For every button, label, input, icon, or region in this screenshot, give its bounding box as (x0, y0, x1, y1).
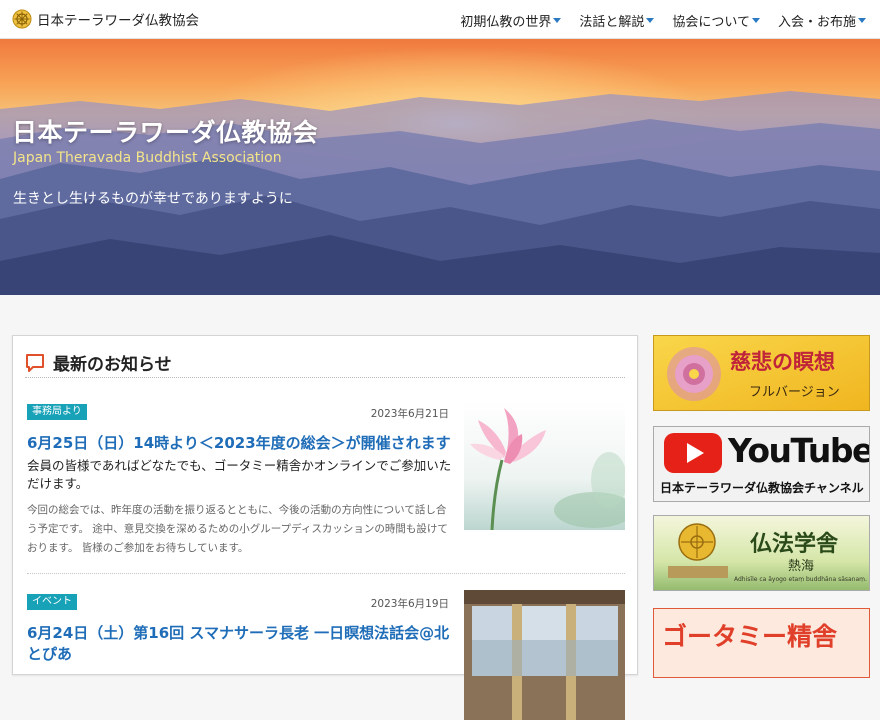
caret-down-icon (858, 18, 866, 23)
nav-item-early-buddhism[interactable]: 初期仏教の世界 (460, 11, 562, 30)
hero-title: 日本テーラワーダ仏教協会 (12, 118, 319, 147)
news-heading-title: 最新のお知らせ (53, 355, 172, 375)
nav-item-about[interactable]: 協会について (672, 11, 760, 30)
hero-banner: 日本テーラワーダ仏教協会 Japan Theravada Buddhist As… (0, 39, 880, 295)
post-excerpt: 今回の総会では、昨年度の活動を振り返るとともに、今後の活動の方向性について話し合… (27, 504, 448, 554)
main-nav: 初期仏教の世界 法話と解説 協会について 入会・お布施 (442, 11, 866, 30)
nav-item-label: 入会・お布施 (777, 15, 856, 30)
brand-link[interactable]: 日本テーラワーダ仏教協会 (12, 9, 199, 29)
speech-bubble-icon (26, 353, 44, 372)
category-badge[interactable]: 事務局より (27, 404, 87, 420)
nav-item-join-donate[interactable]: 入会・お布施 (778, 11, 866, 30)
category-badge[interactable]: イベント (27, 594, 77, 610)
hero-tagline: 生きとし生けるものが幸せでありますように (13, 191, 293, 207)
nav-item-label: 協会について (672, 15, 750, 30)
banner-subtitle: 日本テーラワーダ仏教協会チャンネル (660, 481, 864, 495)
post-title-link[interactable]: 6月25日（日）14時より＜2023年度の総会＞が開催されます (27, 433, 457, 454)
mountain-sunrise-image (0, 39, 880, 295)
banner-gotami-vihara[interactable]: ゴータミー精舎 (653, 608, 870, 678)
latest-news-card: 最新のお知らせ 事務局より 2023年6月21日 6月25日（日）14時より＜2… (12, 335, 638, 720)
caret-down-icon (646, 18, 655, 23)
banner-title: YouTube (728, 431, 870, 470)
dharma-wheel-logo-icon (12, 9, 32, 29)
top-navbar: 日本テーラワーダ仏教協会 初期仏教の世界 法話と解説 協会について 入会・お布施 (0, 0, 880, 39)
banner-subtitle: 熱海 (788, 559, 815, 574)
lotus-image (464, 400, 625, 530)
banner-caption: Adhisīle ca āyogo etaṃ buddhāna sāsanaṃ. (734, 576, 867, 583)
lotus-mandala-icon (667, 347, 721, 401)
banner-youtube-channel[interactable]: YouTube 日本テーラワーダ仏教協会チャンネル (653, 426, 870, 502)
post-date: 2023年6月19日 (370, 598, 449, 610)
banner-buddhist-school-atami[interactable]: 仏法学舎 熱海 Adhisīle ca āyogo etaṃ buddhāna … (653, 515, 870, 591)
news-post: 事務局より 2023年6月21日 6月25日（日）14時より＜2023年度の総会… (27, 400, 625, 574)
nav-item-label: 初期仏教の世界 (460, 15, 552, 30)
banner-title: 仏法学舎 (750, 531, 839, 557)
banner-subtitle: フルバージョン (749, 385, 840, 400)
youtube-play-icon (664, 433, 722, 473)
post-title-link[interactable]: 6月24日（土）第16回 スマナサーラ長老 一日瞑想法話会@北とぴあ (27, 623, 457, 665)
banner-title: ゴータミー精舎 (662, 622, 838, 651)
hall-thumbnail[interactable] (464, 590, 625, 720)
banner-metta-meditation[interactable]: 慈悲の瞑想 フルバージョン (653, 335, 870, 411)
caret-down-icon (553, 18, 562, 23)
post-date: 2023年6月21日 (370, 408, 449, 420)
lotus-thumbnail[interactable] (464, 400, 625, 530)
banner-title: 慈悲の瞑想 (730, 349, 835, 374)
news-post: イベント 2023年6月19日 6月24日（土）第16回 スマナサーラ長老 一日… (27, 590, 625, 720)
hall-image (464, 590, 625, 720)
brand-name: 日本テーラワーダ仏教協会 (37, 13, 199, 29)
post-lead: 会員の皆様であればどなたでも、ゴータミー精舎かオンラインでご参加いただけます。 (27, 458, 452, 491)
news-heading: 最新のお知らせ (25, 348, 625, 378)
nav-item-dharma-talks[interactable]: 法話と解説 (579, 11, 655, 30)
hero-subtitle: Japan Theravada Buddhist Association (13, 150, 282, 166)
dharma-wheel-icon (678, 523, 716, 561)
caret-down-icon (751, 18, 760, 23)
nav-item-label: 法話と解説 (579, 15, 645, 30)
